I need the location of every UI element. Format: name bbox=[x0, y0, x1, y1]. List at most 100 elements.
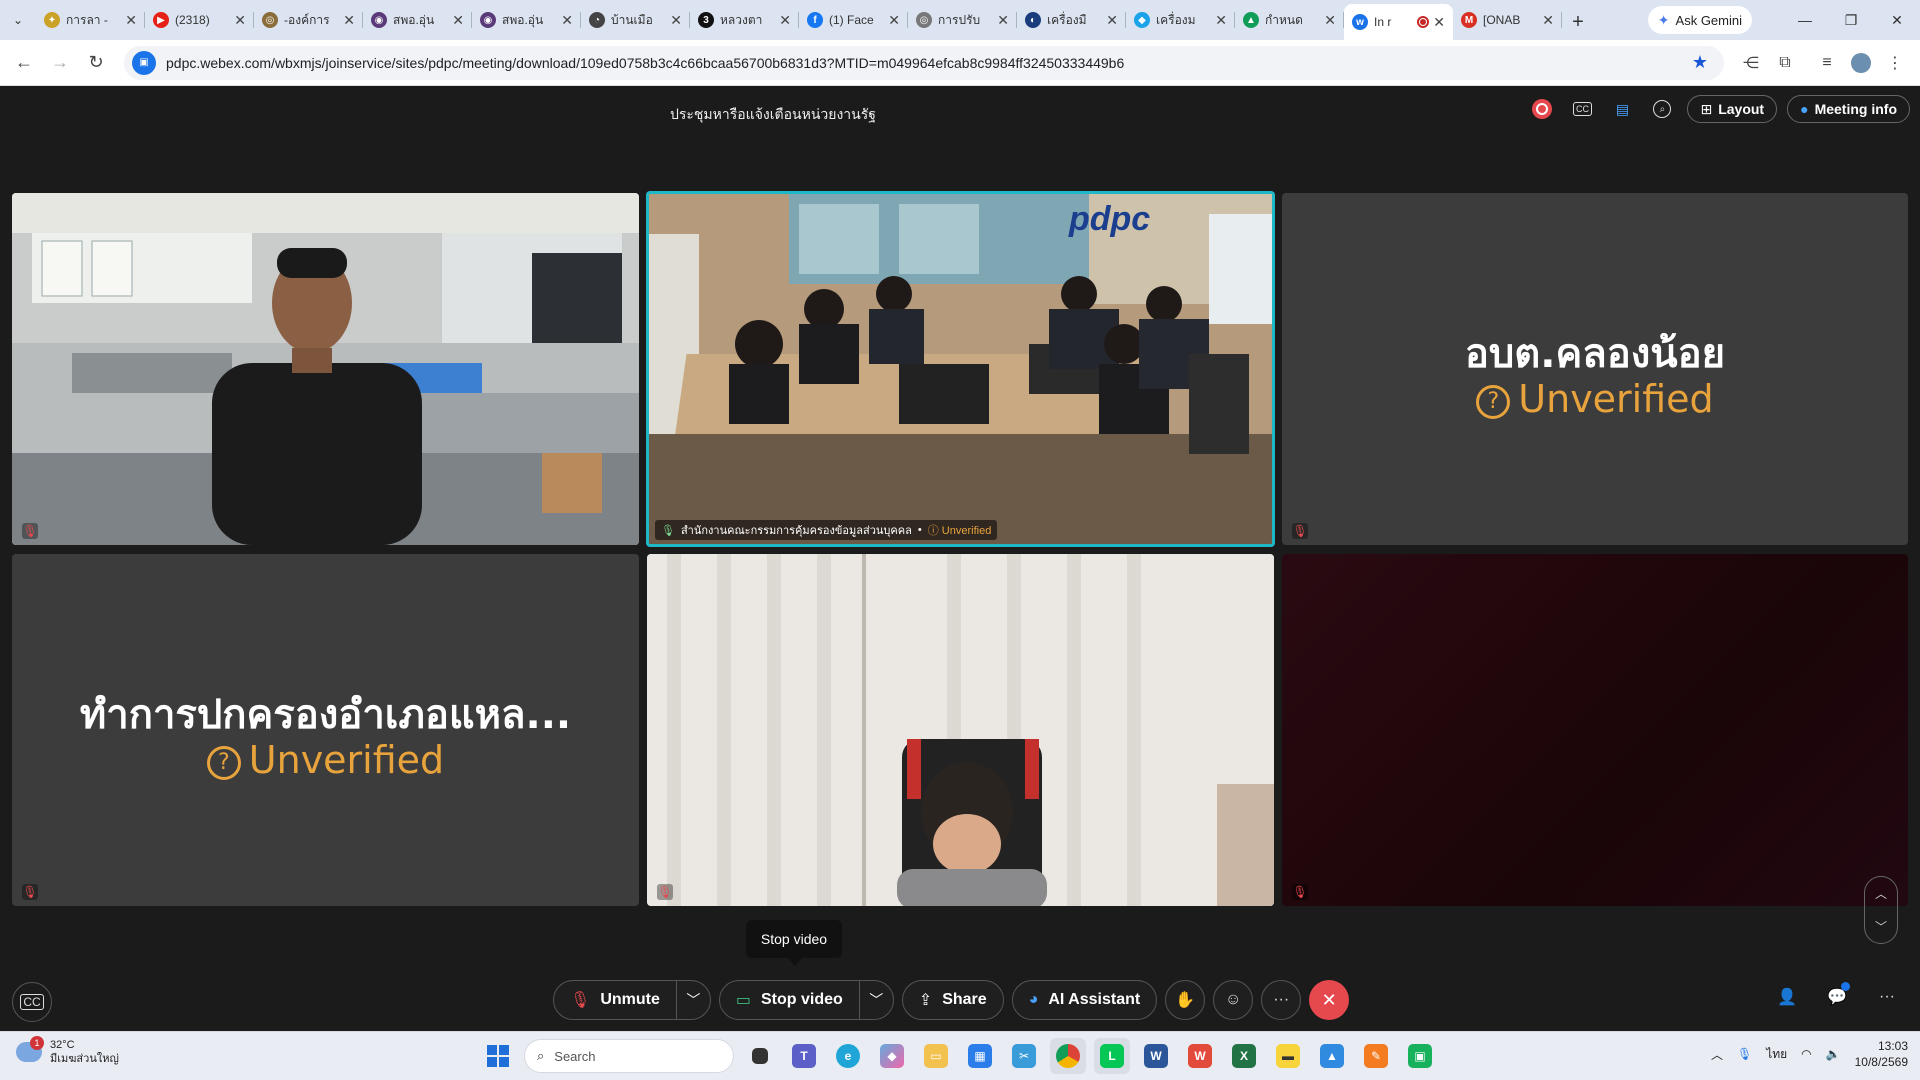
wifi-icon[interactable]: ◠ bbox=[1801, 1047, 1811, 1061]
tab-close-icon[interactable]: ✕ bbox=[1324, 12, 1336, 29]
end-call-button[interactable]: ✕ bbox=[1309, 980, 1350, 1020]
tab-close-icon[interactable]: ✕ bbox=[125, 12, 137, 29]
extensions-icon[interactable]: ⧉ bbox=[1768, 46, 1802, 80]
media-control-icon[interactable]: ≡ bbox=[1810, 46, 1844, 80]
browser-tab[interactable]: M [ONAB ✕ bbox=[1453, 4, 1562, 36]
video-tile-participant-6[interactable]: 🎙 bbox=[1282, 554, 1908, 906]
browser-tab[interactable]: f (1) Face ✕ bbox=[799, 4, 908, 36]
stop-video-button[interactable]: ▭ Stop video bbox=[720, 981, 859, 1019]
close-window-button[interactable]: ✕ bbox=[1874, 0, 1920, 40]
browser-tab[interactable]: 3 หลวงตา ✕ bbox=[690, 4, 799, 36]
video-tile-participant-5[interactable]: 🎙 bbox=[647, 554, 1274, 906]
layout-button[interactable]: ⊞ Layout bbox=[1687, 95, 1778, 123]
browser-tab[interactable]: ◐ เครื่องมื ✕ bbox=[1017, 4, 1126, 36]
site-info-icon[interactable]: ▣ bbox=[132, 50, 156, 75]
taskbar-search[interactable]: ⌕ Search bbox=[524, 1039, 734, 1073]
store-icon[interactable]: ▦ bbox=[962, 1038, 998, 1074]
meeting-info-button[interactable]: ● Meeting info bbox=[1787, 95, 1910, 123]
tab-close-icon[interactable]: ✕ bbox=[234, 12, 246, 29]
notes-icon[interactable]: ▤ bbox=[1607, 94, 1637, 124]
page-down-icon[interactable]: ﹀ bbox=[1875, 918, 1887, 935]
volume-icon[interactable]: 🔈 bbox=[1826, 1047, 1841, 1061]
browser-tab[interactable]: ◔ บ้านเมือ ✕ bbox=[581, 4, 690, 36]
participants-icon[interactable]: 👤 bbox=[1772, 982, 1802, 1012]
snipping-tool-icon[interactable]: ✂ bbox=[1006, 1038, 1042, 1074]
more-options-button[interactable]: ··· bbox=[1261, 980, 1302, 1020]
browser-tab[interactable]: ◉ สพอ.อุ่น ✕ bbox=[363, 4, 472, 36]
chat-icon[interactable]: 💬 bbox=[1822, 982, 1852, 1012]
microphone-icon[interactable]: 🎙 bbox=[1737, 1047, 1752, 1061]
address-bar[interactable]: ▣ pdpc.webex.com/wbxmjs/joinservice/site… bbox=[124, 45, 1724, 80]
share-button[interactable]: ⇪ Share bbox=[901, 980, 1004, 1020]
tab-close-icon[interactable]: ✕ bbox=[779, 12, 791, 29]
browser-menu-icon[interactable]: ⋮ bbox=[1878, 46, 1912, 80]
tab-favicon-icon: w bbox=[1352, 14, 1368, 30]
profile-avatar[interactable] bbox=[1844, 46, 1878, 80]
tab-close-icon[interactable]: ✕ bbox=[452, 12, 464, 29]
ask-gemini-button[interactable]: ✦ Ask Gemini bbox=[1647, 6, 1752, 34]
page-up-icon[interactable]: ︿ bbox=[1875, 885, 1887, 902]
edge-icon[interactable]: e bbox=[830, 1038, 866, 1074]
minimize-button[interactable]: — bbox=[1782, 0, 1828, 40]
tab-close-icon[interactable]: ✕ bbox=[561, 12, 573, 29]
bookmark-star-icon[interactable]: ★ bbox=[1692, 52, 1708, 73]
tab-close-icon[interactable]: ✕ bbox=[343, 12, 355, 29]
forward-button[interactable]: → bbox=[42, 45, 78, 81]
recording-indicator-icon[interactable] bbox=[1527, 94, 1557, 124]
tab-close-icon[interactable]: ✕ bbox=[1106, 12, 1118, 29]
browser-tab[interactable]: ◎ -องค์การ ✕ bbox=[254, 4, 363, 36]
ai-assistant-button[interactable]: ◕ AI Assistant bbox=[1011, 980, 1158, 1020]
video-tile-participant-1[interactable]: 🎙 bbox=[12, 193, 639, 545]
more-panels-icon[interactable]: ··· bbox=[1872, 982, 1902, 1012]
wps-icon[interactable]: W bbox=[1182, 1038, 1218, 1074]
sticky-notes-icon[interactable]: ▬ bbox=[1270, 1038, 1306, 1074]
video-tile-participant-2-active[interactable]: pdpc 🎙 สำนักงานคณะกรรมการคุ้มครองข้อมูลส… bbox=[646, 191, 1275, 547]
browser-tab[interactable]: ◉ สพอ.อุ่น ✕ bbox=[472, 4, 581, 36]
start-button[interactable] bbox=[480, 1038, 516, 1074]
url-text[interactable]: pdpc.webex.com/wbxmjs/joinservice/sites/… bbox=[166, 55, 1684, 71]
tab-close-icon[interactable]: ✕ bbox=[997, 12, 1009, 29]
restore-button[interactable]: ❐ bbox=[1828, 0, 1874, 40]
browser-tab[interactable]: ✦ การลา - ✕ bbox=[36, 4, 145, 36]
browser-tab[interactable]: ◎ การปรับ ✕ bbox=[908, 4, 1017, 36]
browser-tab[interactable]: ▲ กำหนด ✕ bbox=[1235, 4, 1344, 36]
green-app-icon[interactable]: ▣ bbox=[1402, 1038, 1438, 1074]
clock[interactable]: 13:03 10/8/2569 bbox=[1855, 1038, 1908, 1070]
chrome-icon[interactable] bbox=[1050, 1038, 1086, 1074]
tray-overflow-icon[interactable]: ︿ bbox=[1711, 1046, 1723, 1063]
file-explorer-icon[interactable]: ▭ bbox=[918, 1038, 954, 1074]
tab-close-icon[interactable]: ✕ bbox=[888, 12, 900, 29]
tab-close-icon[interactable]: ✕ bbox=[670, 12, 682, 29]
excel-icon[interactable]: X bbox=[1226, 1038, 1262, 1074]
language-indicator[interactable]: ไทย bbox=[1766, 1045, 1787, 1064]
task-view-icon[interactable] bbox=[742, 1038, 778, 1074]
photos-icon[interactable]: ▲ bbox=[1314, 1038, 1350, 1074]
teams-icon[interactable]: T bbox=[786, 1038, 822, 1074]
weather-widget[interactable]: 1 32°C มีเมฆส่วนใหญ่ bbox=[16, 1036, 119, 1066]
browser-tab[interactable]: ◆ เครื่องม ✕ bbox=[1126, 4, 1235, 36]
tab-close-icon[interactable]: ✕ bbox=[1433, 14, 1445, 31]
reload-button[interactable]: ↻ bbox=[78, 45, 114, 81]
video-tile-participant-4[interactable]: ทำการปกครองอำเภอแหล... ? Unverified 🎙 bbox=[12, 554, 639, 906]
line-app-icon[interactable]: L bbox=[1094, 1038, 1130, 1074]
video-options-dropdown[interactable]: ﹀ bbox=[858, 981, 893, 1019]
new-tab-button[interactable]: + bbox=[1562, 11, 1594, 34]
reactions-button[interactable]: ☺ bbox=[1213, 980, 1254, 1020]
paint-icon[interactable]: ✎ bbox=[1358, 1038, 1394, 1074]
captions-button[interactable]: CC bbox=[12, 982, 52, 1022]
copilot-icon[interactable]: ◆ bbox=[874, 1038, 910, 1074]
audio-options-dropdown[interactable]: ﹀ bbox=[675, 981, 710, 1019]
word-icon[interactable]: W bbox=[1138, 1038, 1174, 1074]
browser-tab[interactable]: ▶ (2318) ✕ bbox=[145, 4, 254, 36]
tab-close-icon[interactable]: ✕ bbox=[1215, 12, 1227, 29]
video-tile-participant-3[interactable]: อบต.คลองน้อย ? Unverified 🎙 bbox=[1282, 193, 1908, 545]
raise-hand-button[interactable]: ✋ bbox=[1165, 980, 1206, 1020]
tab-close-icon[interactable]: ✕ bbox=[1542, 12, 1554, 29]
closed-captions-icon[interactable]: CC bbox=[1567, 94, 1597, 124]
unmute-button[interactable]: 🎙 Unmute bbox=[554, 981, 676, 1019]
share-icon[interactable]: ⋲ bbox=[1734, 46, 1768, 80]
tab-search-menu-button[interactable]: ⌄ bbox=[0, 0, 36, 40]
browser-tab[interactable]: w In r ✕ bbox=[1344, 4, 1453, 40]
back-button[interactable]: ← bbox=[6, 45, 42, 81]
zoom-icon[interactable]: ⌕ bbox=[1647, 94, 1677, 124]
